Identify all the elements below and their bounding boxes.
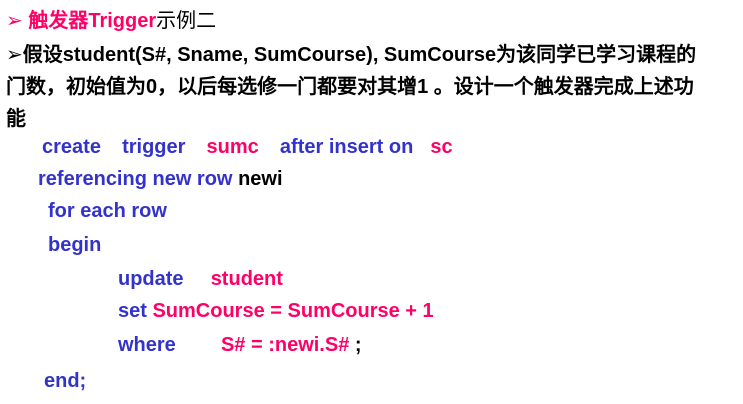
bullet-arrow-icon: ➢ [6, 44, 23, 66]
heading-keyword: Trigger [88, 10, 157, 32]
table-student: student [210, 268, 283, 290]
description-line-3: 能 [6, 102, 26, 131]
semicolon: ; [354, 334, 362, 356]
kw-create: create [42, 136, 101, 158]
kw-begin: begin [48, 234, 102, 256]
table-sc: sc [430, 136, 453, 158]
kw-end: end; [44, 370, 87, 392]
kw-update: update [118, 268, 184, 290]
code-line-2: referencing new row newi [38, 168, 283, 191]
description-text-1: 假设student(S#, Sname, SumCourse), SumCour… [22, 44, 697, 66]
bullet-arrow-icon: ➢ [6, 10, 23, 32]
description-line-2: 门数，初始值为0，以后每选修一门都要对其增1 。设计一个触发器完成上述功 [6, 70, 694, 99]
code-line-8: end; [44, 370, 86, 393]
kw-on: on [388, 136, 414, 158]
code-line-7: where S# = :newi.S# ; [118, 334, 362, 357]
kw-referencing: referencing new row [38, 168, 233, 190]
code-line-3: for each row [48, 200, 167, 223]
code-line-6: set SumCourse = SumCourse + 1 [118, 300, 434, 323]
kw-for-each-row: for each row [48, 200, 167, 222]
trigger-name: sumc [206, 136, 259, 158]
set-expression: SumCourse = SumCourse + 1 [152, 300, 434, 322]
alias-newi: newi [238, 168, 283, 190]
kw-insert: insert [328, 136, 384, 158]
description-text-3: 能 [6, 108, 26, 130]
slide-heading: ➢ 触发器Trigger示例二 [6, 4, 216, 33]
code-line-5: update student [118, 268, 283, 291]
kw-after: after [279, 136, 324, 158]
heading-suffix: 示例二 [156, 10, 217, 32]
code-line-1: create trigger sumc after insert on sc [42, 136, 453, 159]
kw-set: set [118, 300, 147, 322]
kw-trigger: trigger [122, 136, 186, 158]
kw-where: where [118, 334, 176, 356]
description-text-2: 门数，初始值为0，以后每选修一门都要对其增1 。设计一个触发器完成上述功 [6, 76, 694, 98]
description-line-1: ➢假设student(S#, Sname, SumCourse), SumCou… [6, 38, 696, 67]
code-line-4: begin [48, 234, 101, 257]
where-condition: S# = :newi.S# [220, 334, 350, 356]
heading-prefix: 触发器 [28, 10, 89, 32]
